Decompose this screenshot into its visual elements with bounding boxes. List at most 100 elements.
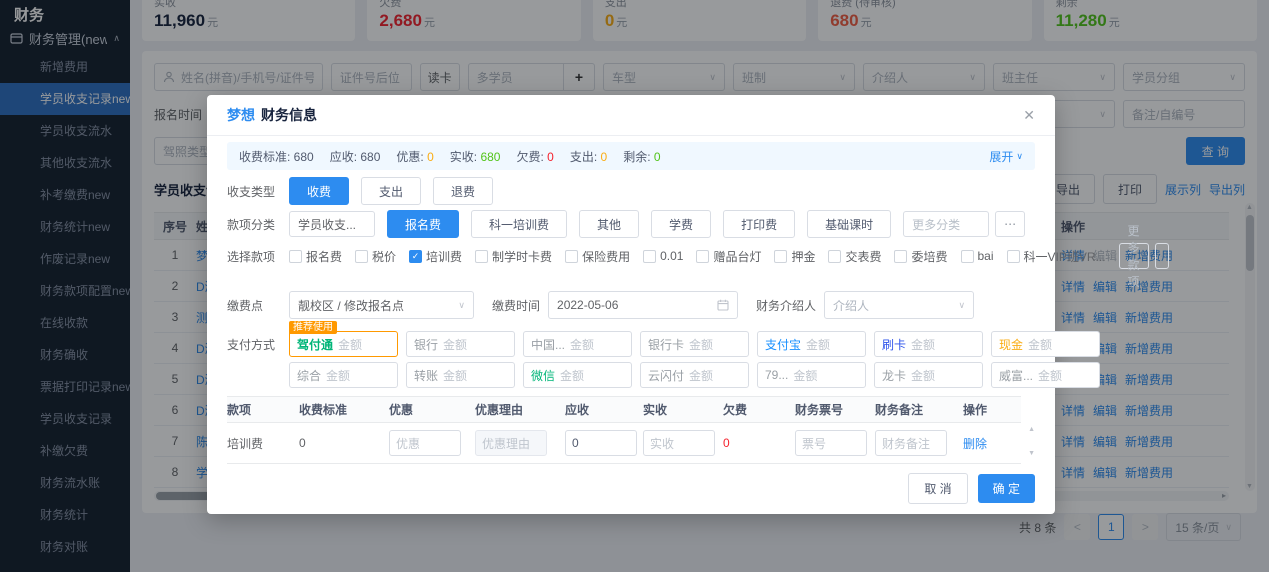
payment-method-box[interactable]: 驾付通金额推荐使用 (289, 331, 398, 357)
category-option-button[interactable]: 其他 (579, 210, 639, 238)
payment-method-name: 中国... (524, 336, 570, 353)
fee-item-checkbox[interactable]: 报名费 (289, 248, 342, 265)
fee-item-checkbox[interactable]: bai (961, 249, 994, 263)
payment-method-box[interactable]: 现金金额 (991, 331, 1100, 357)
payment-amount-input[interactable]: 金额 (1038, 367, 1099, 384)
ticket-number-input[interactable]: 票号 (795, 430, 867, 456)
fee-item-checkbox[interactable]: 科一VIP班VR... (1007, 248, 1106, 265)
more-category-input[interactable]: 更多分类 (903, 211, 989, 237)
payment-method-box[interactable]: 综合金额 (289, 362, 398, 388)
fee-item-checkbox[interactable]: 制学时卡费 (475, 248, 552, 265)
fee-item-checkbox[interactable]: 交表费 (828, 248, 881, 265)
checkbox-icon[interactable] (828, 250, 841, 263)
checkbox-icon[interactable] (1007, 250, 1020, 263)
finance-remark-input[interactable]: 财务备注 (875, 430, 947, 456)
checkbox-icon[interactable] (643, 250, 656, 263)
fee-item-checkbox[interactable]: 税价 (355, 248, 396, 265)
summary-item: 支出: 0 (570, 148, 607, 165)
fee-item-checkbox[interactable]: 委培费 (894, 248, 947, 265)
checkbox-label: 赠品台灯 (713, 248, 761, 265)
checkbox-label: 押金 (791, 248, 815, 265)
expand-link[interactable]: 展开 ∨ (989, 148, 1023, 165)
checkbox-icon[interactable] (894, 250, 907, 263)
payment-amount-input[interactable]: 金额 (689, 336, 748, 353)
fee-item-checkbox[interactable]: 赠品台灯 (696, 248, 761, 265)
category-option-button[interactable]: 科一培训费 (471, 210, 567, 238)
payment-method-box[interactable]: 银行金额 (406, 331, 515, 357)
payment-amount-input[interactable]: 金额 (443, 336, 514, 353)
fee-item-checkbox[interactable]: ✓培训费 (409, 248, 462, 265)
ellipsis-icon[interactable]: ⋯ (1155, 243, 1169, 269)
fee-column-header: 优惠 (389, 401, 475, 418)
checkbox-icon[interactable] (475, 250, 488, 263)
payment-method-box[interactable]: 龙卡金额 (874, 362, 983, 388)
scroll-up-icon[interactable]: ▲ (1028, 426, 1035, 433)
type-option-button[interactable]: 支出 (361, 177, 421, 205)
payment-method-box[interactable]: 云闪付金额 (640, 362, 749, 388)
payment-amount-input[interactable]: 金额 (443, 367, 514, 384)
checkbox-label: 0.01 (660, 249, 683, 263)
payment-amount-input[interactable]: 金额 (560, 367, 631, 384)
ellipsis-icon[interactable]: ⋯ (995, 211, 1025, 237)
checkbox-icon[interactable]: ✓ (409, 250, 422, 263)
more-items-input[interactable]: 更多款项 (1119, 243, 1149, 269)
fee-column-header: 优惠理由 (475, 401, 565, 418)
category-first-select[interactable]: 学员收支... (289, 211, 375, 237)
payment-method-box[interactable]: 威富...金额 (991, 362, 1100, 388)
chevron-down-icon: ∨ (1016, 151, 1023, 162)
payment-method-name: 转账 (407, 367, 443, 384)
payment-amount-input[interactable]: 金额 (806, 336, 865, 353)
payment-method-box[interactable]: 中国...金额 (523, 331, 632, 357)
fee-column-header: 款项 (227, 401, 299, 418)
introducer-placeholder: 介绍人 (833, 297, 869, 314)
category-option-button[interactable]: 基础课时 (807, 210, 891, 238)
payment-amount-input[interactable]: 金额 (911, 367, 982, 384)
payment-amount-input[interactable]: 金额 (570, 336, 631, 353)
pay-time-input[interactable]: 2022-05-06 (548, 291, 738, 319)
payment-amount-input[interactable]: 金额 (338, 336, 397, 353)
type-option-button[interactable]: 退费 (433, 177, 493, 205)
pay-point-select[interactable]: 靓校区 / 修改报名点 ∨ (289, 291, 474, 319)
close-icon[interactable]: ✕ (1023, 107, 1035, 124)
payment-amount-input[interactable]: 金额 (1028, 336, 1099, 353)
payment-amount-input[interactable]: 金额 (326, 367, 397, 384)
checkbox-icon[interactable] (696, 250, 709, 263)
payment-method-box[interactable]: 转账金额 (406, 362, 515, 388)
summary-item: 欠费: 0 (516, 148, 553, 165)
calendar-icon (717, 299, 729, 311)
payment-method-box[interactable]: 79...金额 (757, 362, 866, 388)
cancel-button[interactable]: 取 消 (908, 473, 967, 504)
fee-column-header: 财务票号 (795, 401, 875, 418)
fee-item-checkbox[interactable]: 保险费用 (565, 248, 630, 265)
checkbox-icon[interactable] (565, 250, 578, 263)
introducer-select[interactable]: 介绍人 ∨ (824, 291, 974, 319)
delete-link[interactable]: 删除 (963, 437, 987, 451)
payment-method-box[interactable]: 支付宝金额 (757, 331, 866, 357)
payment-amount-input[interactable]: 金额 (689, 367, 748, 384)
payment-amount-input[interactable]: 金额 (911, 336, 982, 353)
type-option-button[interactable]: 收费 (289, 177, 349, 205)
checkbox-icon[interactable] (961, 250, 974, 263)
discount-input[interactable]: 优惠 (389, 430, 461, 456)
payment-method-box[interactable]: 微信金额 (523, 362, 632, 388)
category-option-button[interactable]: 打印费 (723, 210, 795, 238)
payment-method-name: 威富... (992, 367, 1038, 384)
checkbox-label: 制学时卡费 (492, 248, 552, 265)
scroll-down-icon[interactable]: ▼ (1028, 450, 1035, 457)
payment-method-box[interactable]: 银行卡金额 (640, 331, 749, 357)
receivable-input[interactable]: 0 (565, 430, 637, 456)
fee-item-checkbox[interactable]: 0.01 (643, 249, 683, 263)
fee-item-checkbox[interactable]: 押金 (774, 248, 815, 265)
payment-label: 支付方式 (227, 336, 289, 353)
checkbox-icon[interactable] (774, 250, 787, 263)
fee-column-header: 欠费 (723, 401, 795, 418)
payment-method-box[interactable]: 刷卡金额 (874, 331, 983, 357)
category-option-button[interactable]: 报名费 (387, 210, 459, 238)
confirm-button[interactable]: 确 定 (978, 474, 1035, 503)
category-option-button[interactable]: 学费 (651, 210, 711, 238)
modal-title: 财务信息 (261, 105, 317, 125)
received-input[interactable]: 实收 (643, 430, 715, 456)
checkbox-icon[interactable] (289, 250, 302, 263)
checkbox-icon[interactable] (355, 250, 368, 263)
payment-amount-input[interactable]: 金额 (793, 367, 865, 384)
